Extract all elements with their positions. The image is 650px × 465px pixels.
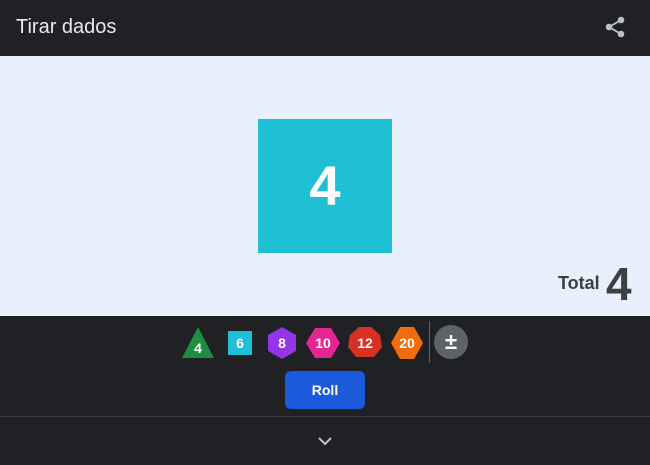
roll-button[interactable]: Roll	[285, 371, 365, 409]
rolled-die-value: 4	[309, 154, 341, 217]
share-button[interactable]	[600, 12, 630, 42]
plus-minus-icon: ±	[444, 329, 458, 354]
dice-roller-card: Tirar dados 4 Total 4 4 6 8 10 12 20 ± R…	[0, 0, 650, 465]
chevron-down-icon	[318, 437, 332, 446]
d4-label: 4	[194, 340, 202, 356]
d4-button[interactable]: 4	[180, 325, 216, 361]
d6-button[interactable]: 6	[222, 325, 258, 361]
footer-divider	[0, 416, 650, 417]
roll-result-area: 4 Total 4	[0, 56, 650, 316]
d20-label: 20	[399, 335, 415, 351]
modifier-button[interactable]: ±	[434, 325, 468, 359]
share-icon	[605, 16, 625, 38]
total-label: Total	[558, 273, 600, 293]
d20-button[interactable]: 20	[389, 325, 425, 361]
card-title: Tirar dados	[16, 16, 117, 38]
rolled-die: 4	[258, 119, 392, 253]
expand-button[interactable]	[310, 428, 340, 454]
d6-label: 6	[236, 335, 244, 351]
total-value: 4	[606, 258, 632, 310]
dice-selector: 4 6 8 10 12 20	[0, 316, 650, 368]
card-header: Tirar dados	[0, 0, 650, 56]
d12-label: 12	[357, 335, 373, 351]
dice-divider	[429, 321, 430, 363]
d10-button[interactable]: 10	[305, 325, 341, 361]
d8-label: 8	[278, 335, 286, 351]
d10-label: 10	[315, 335, 331, 351]
d12-button[interactable]: 12	[347, 325, 383, 361]
d8-button[interactable]: 8	[264, 325, 300, 361]
